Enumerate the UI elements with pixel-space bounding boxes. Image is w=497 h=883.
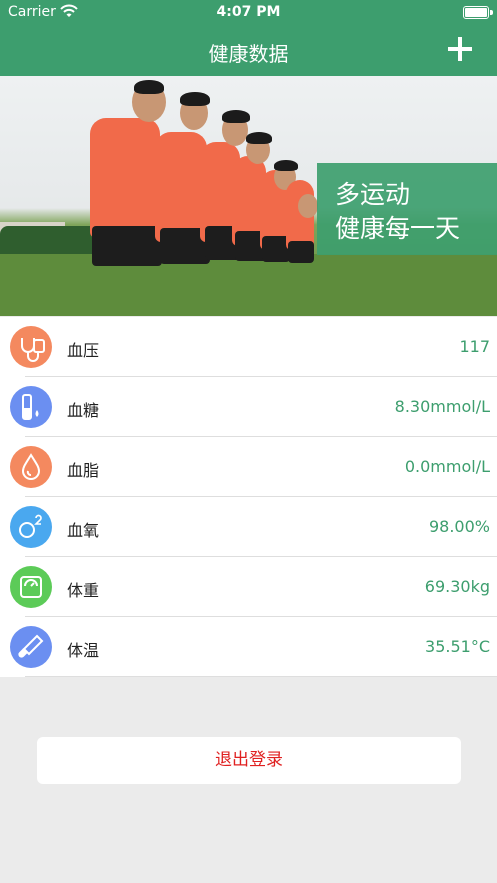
metric-value: 35.51°C [425, 637, 490, 656]
metric-row-blood-sugar[interactable]: 血糖 8.30mmol/L [0, 377, 497, 437]
metric-label: 体重 [67, 581, 100, 600]
metric-label: 血糖 [67, 401, 100, 420]
slogan-box: 多运动 健康每一天 [317, 163, 497, 255]
metric-value: 8.30mmol/L [394, 397, 490, 416]
logout-button[interactable]: 退出登录 [37, 737, 461, 784]
row-divider [25, 676, 497, 677]
metric-label: 体温 [67, 641, 100, 660]
metric-value: 98.00% [428, 517, 490, 536]
banner-image[interactable]: 多运动 健康每一天 [0, 76, 497, 316]
battery-icon [463, 6, 493, 19]
metric-row-weight[interactable]: 体重 69.30kg [0, 557, 497, 617]
metric-label: 血脂 [67, 461, 100, 480]
status-bar: Carrier 4:07 PM [0, 0, 497, 26]
metric-label: 血压 [67, 341, 100, 360]
thermometer-icon [10, 626, 52, 668]
status-time: 4:07 PM [216, 4, 281, 20]
metric-value: 117 [459, 337, 490, 356]
metric-row-blood-pressure[interactable]: 血压 117 [0, 317, 497, 377]
blood-sugar-icon [10, 386, 52, 428]
metric-row-temperature[interactable]: 体温 35.51°C [0, 617, 497, 677]
blood-pressure-icon [10, 326, 52, 368]
slogan-line-1: 多运动 [335, 180, 411, 209]
slogan-line-2: 健康每一天 [335, 214, 461, 243]
metric-value: 69.30kg [424, 577, 490, 596]
metric-label: 血氧 [67, 521, 100, 540]
metric-row-blood-lipid[interactable]: 血脂 0.0mmol/L [0, 437, 497, 497]
blood-lipid-icon [10, 446, 52, 488]
metric-row-blood-oxygen[interactable]: 血氧 98.00% [0, 497, 497, 557]
navigation-bar: 健康数据 [0, 26, 497, 76]
grass-field [0, 254, 497, 316]
page-title: 健康数据 [208, 42, 289, 66]
metric-value: 0.0mmol/L [404, 457, 490, 476]
blood-oxygen-icon [10, 506, 52, 548]
weight-scale-icon [10, 566, 52, 608]
plus-icon[interactable] [445, 34, 475, 64]
health-metrics-list: 血压 117 血糖 8.30mmol/L 血脂 0.0mmol/L 血氧 98.… [0, 317, 497, 677]
